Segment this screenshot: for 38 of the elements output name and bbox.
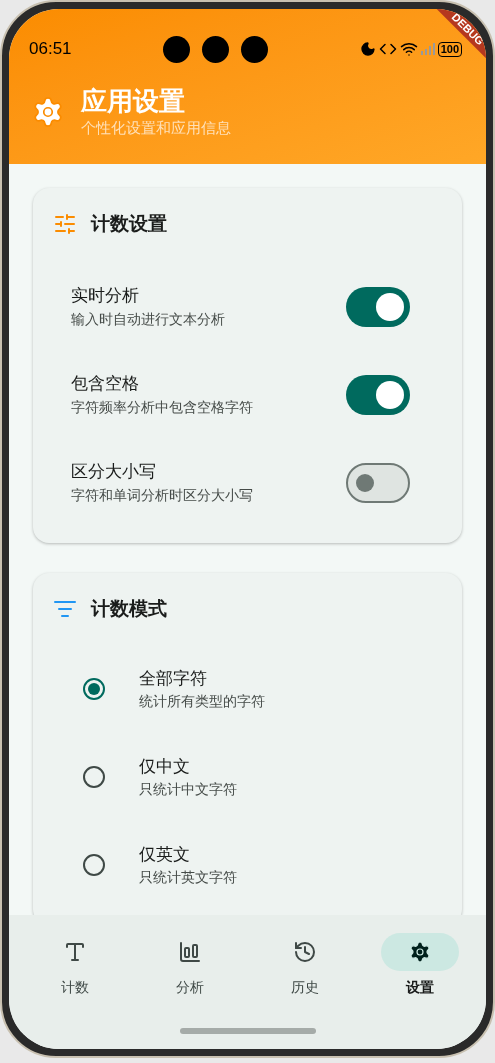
nav-tab[interactable]: 历史 [255,933,356,998]
option-description: 只统计中文字符 [139,780,237,800]
signal-icon [420,43,435,55]
toggle-switch[interactable] [346,374,410,415]
setting-label: 区分大小写 [71,461,157,484]
section-title: 计数设置 [91,212,167,236]
setting-description: 字符频率分析中包含空格字符 [71,397,253,417]
history-icon [293,940,318,964]
radio-button[interactable] [83,766,105,788]
setting-label: 实时分析 [71,285,140,308]
page-subtitle: 个性化设置和应用信息 [81,118,231,138]
camera-lens-icon [202,35,230,63]
status-time: 06:51 [29,38,72,61]
setting-label: 包含空格 [71,373,140,396]
option-description: 只统计英文字符 [139,868,237,888]
moon-icon [359,41,376,57]
option-description: 统计所有类型的字符 [139,692,265,712]
sliders-icon [53,212,77,237]
camera-lens-icon [163,35,191,63]
camera-lens-icon [241,35,269,63]
option-label: 仅英文 [139,843,191,866]
toggle-switch[interactable] [346,462,410,503]
page-title: 应用设置 [81,85,186,117]
wifi-icon [399,40,418,58]
settings-icon [31,95,65,129]
toggle-switch[interactable] [346,286,410,327]
section-title: 计数模式 [91,596,167,621]
nav-tab[interactable]: 设置 [370,933,471,998]
option-label: 仅中文 [139,755,191,778]
radio-button[interactable] [83,854,105,876]
option-label: 全部字符 [139,667,208,690]
nav-tab[interactable]: 分析 [139,933,240,998]
radio-button[interactable] [83,678,105,700]
battery-indicator: 100 [437,41,462,57]
bar-chart-icon [177,940,202,964]
nav-tab[interactable]: 计数 [24,933,125,998]
setting-description: 输入时自动进行文本分析 [71,309,225,329]
setting-description: 字符和单词分析时区分大小写 [71,485,253,505]
